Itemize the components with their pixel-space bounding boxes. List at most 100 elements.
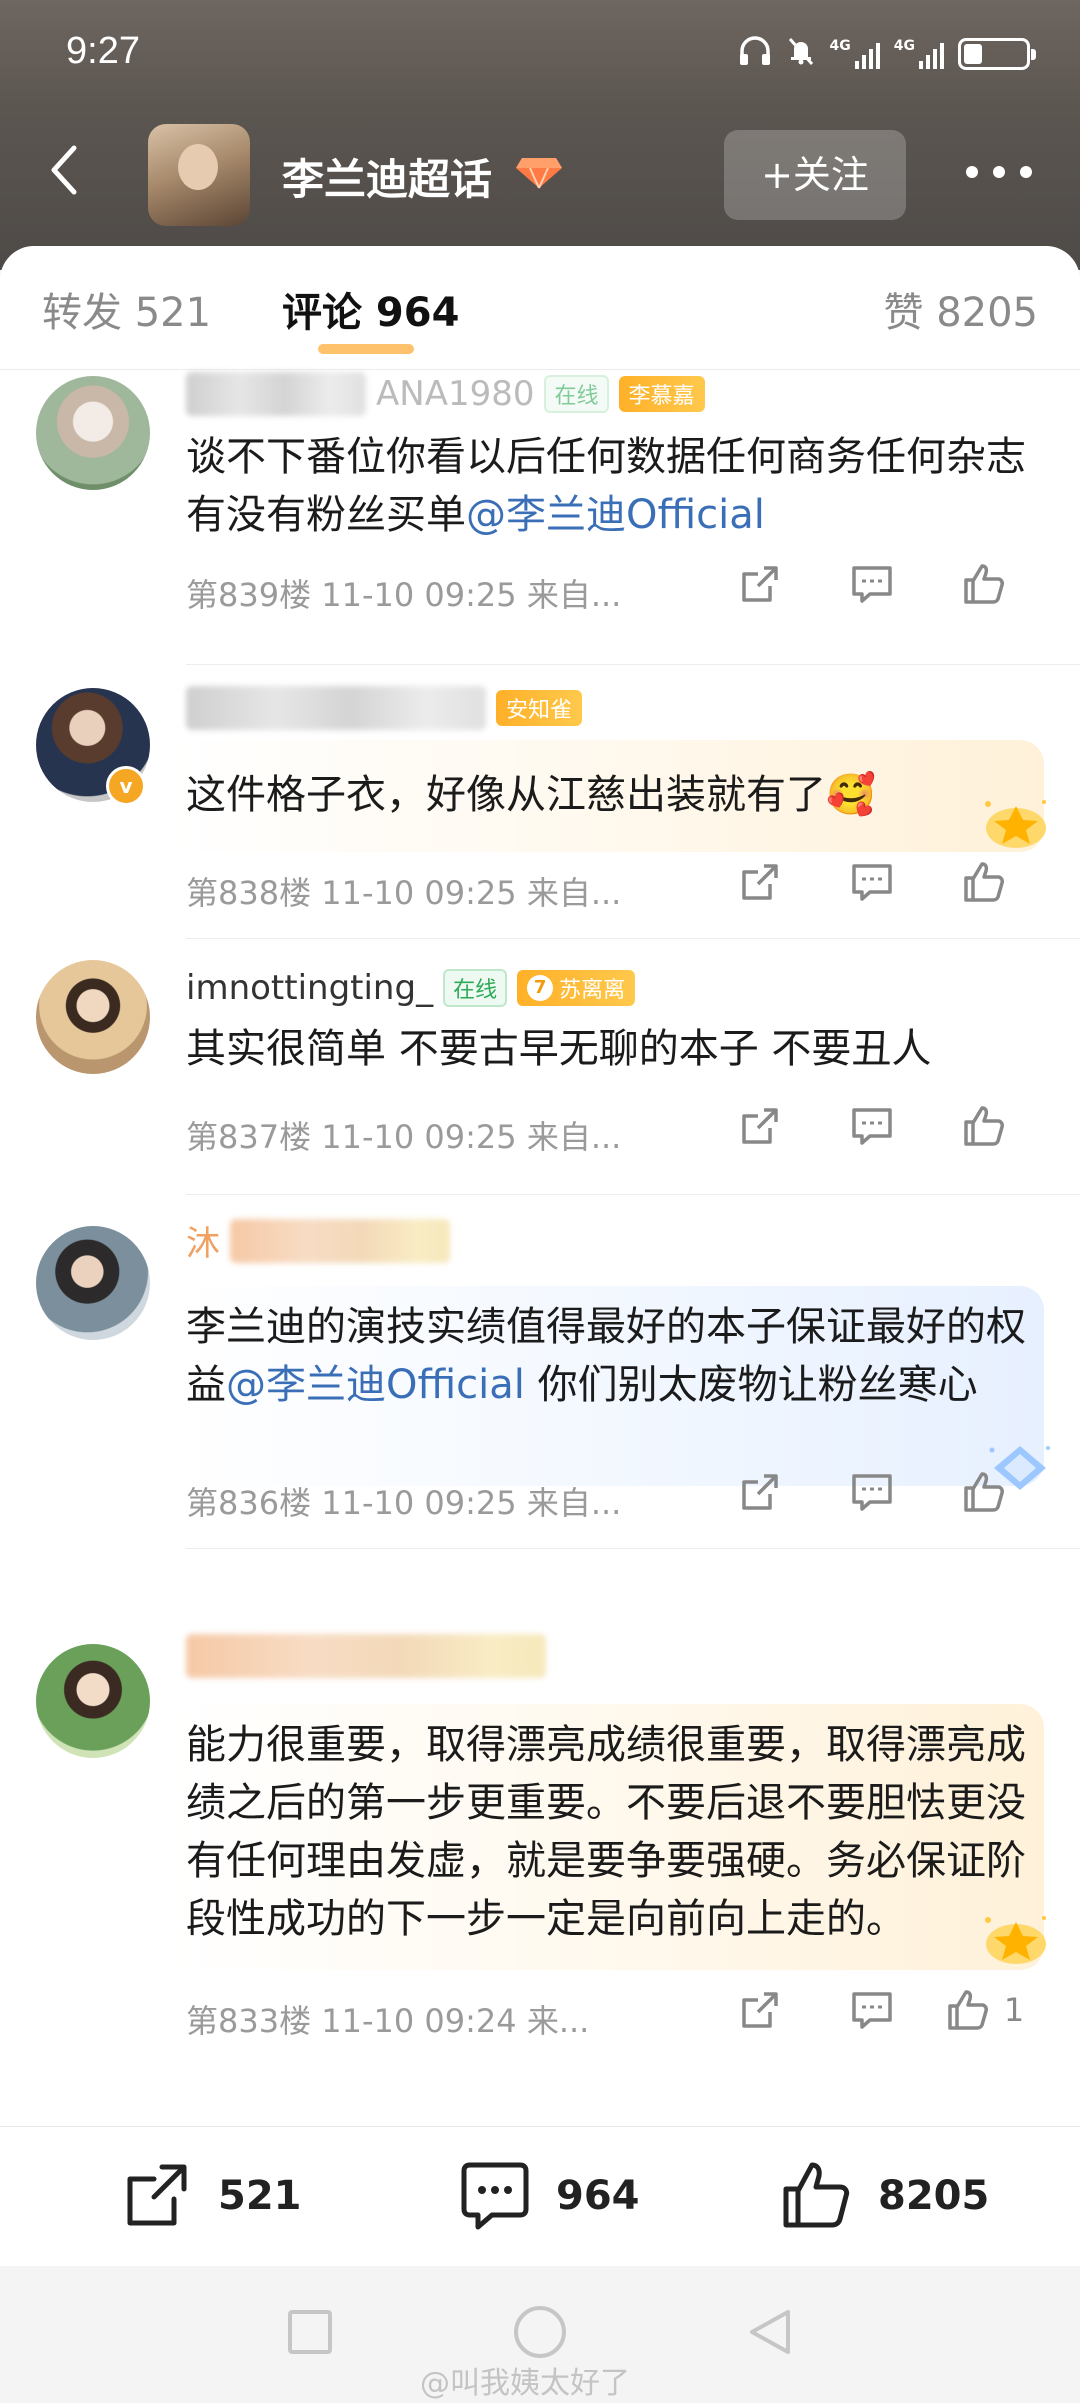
comments-sheet: 转发 521 评论 964 赞 8205 ANA1980 在线 李慕嘉 谈不下番… <box>0 246 1080 2126</box>
crown-deco-icon <box>985 800 1046 848</box>
tab-active-indicator <box>318 344 414 354</box>
network-label-2: 4G <box>893 38 915 54</box>
thumbs-up-icon <box>964 862 1004 902</box>
repost-button[interactable]: 521 <box>118 2157 302 2235</box>
comment-username[interactable]: ANA1980 在线 李慕嘉 <box>186 372 705 416</box>
like-button[interactable] <box>928 1102 1040 1150</box>
thumbs-up-icon <box>964 1106 1004 1146</box>
fan-badge[interactable]: 李慕嘉 <box>618 376 705 412</box>
thumbs-up-icon <box>783 2162 850 2228</box>
tab-like[interactable]: 赞 8205 <box>883 280 1038 338</box>
like-button[interactable] <box>928 858 1040 906</box>
more-options-button[interactable] <box>966 162 1032 182</box>
mute-bell-icon <box>786 36 816 72</box>
like-button[interactable]: 1 <box>928 1986 1040 2034</box>
floor-number: 第833楼 <box>186 2002 312 2040</box>
comment-text: 李兰迪的演技实绩值得最好的本子保证最好的权益@李兰迪Official 你们别太废… <box>186 1298 1040 1414</box>
comment-item: imnottingting_ 在线 7 苏离离 其实很简单 不要古早无聊的本子 不… <box>0 940 1080 1196</box>
comment-icon <box>852 1108 892 1145</box>
comment-time: 11-10 09:25 <box>321 576 517 614</box>
comment-source: 来自... <box>526 576 622 614</box>
comment-username[interactable] <box>186 1634 546 1678</box>
fan-badge[interactable]: 7 苏离离 <box>517 970 636 1006</box>
comment-actions <box>704 1102 1040 1150</box>
tab-bar: 转发 521 评论 964 赞 8205 <box>0 246 1080 370</box>
comment-username[interactable]: 安知雀 <box>186 686 583 730</box>
like-button[interactable] <box>928 1468 1040 1516</box>
topic-avatar[interactable] <box>148 124 250 226</box>
online-badge: 在线 <box>544 375 609 413</box>
mention-link[interactable]: @李兰迪Official <box>466 492 765 538</box>
comment-item: v 安知雀 这件格子衣，好像从江慈出装就有了🥰 第838楼 11-10 09:2… <box>0 670 1080 940</box>
tab-repost[interactable]: 转发 521 <box>42 280 211 338</box>
share-button[interactable] <box>704 1986 816 2034</box>
gem-badge-icon <box>516 158 562 189</box>
comment-time: 11-10 09:25 <box>321 1118 517 1156</box>
recent-apps-button[interactable] <box>288 2310 332 2354</box>
comment-button[interactable]: 964 <box>456 2157 640 2235</box>
comment-source: 来... <box>526 2002 590 2040</box>
share-icon <box>127 2164 187 2226</box>
share-button[interactable] <box>704 1102 816 1150</box>
username-visible: ANA1980 <box>376 374 535 414</box>
comment-username[interactable]: 沐 <box>186 1216 450 1265</box>
comment-actions <box>704 858 1040 906</box>
reply-button[interactable] <box>816 858 928 906</box>
comment-icon <box>852 1992 892 2029</box>
topic-title[interactable]: 李兰迪超话 <box>282 146 492 207</box>
reply-button[interactable] <box>816 1986 928 2034</box>
back-nav-button[interactable] <box>744 2306 796 2358</box>
fan-badge-label: 李慕嘉 <box>628 384 695 409</box>
chevron-left-icon <box>51 145 77 195</box>
battery-icon <box>958 38 1036 70</box>
comment-text: 能力很重要，取得漂亮成绩很重要，取得漂亮成绩之后的第一步更重要。不要后退不要胆怯… <box>186 1716 1040 1948</box>
comment-text: 其实很简单 不要古早无聊的本子 不要丑人 <box>186 1020 1040 1078</box>
comment-username[interactable]: imnottingting_ 在线 7 苏离离 <box>186 968 636 1008</box>
like-button[interactable] <box>928 560 1040 608</box>
reply-button[interactable] <box>816 560 928 608</box>
repost-count: 521 <box>218 2173 302 2219</box>
comment-meta: 第833楼 11-10 09:24 来... <box>186 1996 589 2042</box>
comment-body: 其实很简单 不要古早无聊的本子 不要丑人 <box>186 1026 932 1072</box>
headphones-icon <box>738 36 772 72</box>
floor-number: 第837楼 <box>186 1118 312 1156</box>
signal-icon-2: 4G <box>894 39 944 69</box>
like-button[interactable]: 8205 <box>778 2157 989 2235</box>
floor-number: 第836楼 <box>186 1484 312 1522</box>
comment-source: 来自... <box>526 1484 622 1522</box>
reply-button[interactable] <box>816 1102 928 1150</box>
home-button[interactable] <box>514 2306 566 2358</box>
share-button[interactable] <box>704 560 816 608</box>
avatar[interactable] <box>36 960 150 1074</box>
thumbs-up-icon <box>964 1472 1004 1512</box>
share-button[interactable] <box>704 1468 816 1516</box>
avatar[interactable] <box>36 376 150 490</box>
follow-button[interactable]: +关注 <box>724 130 906 220</box>
online-badge: 在线 <box>443 969 508 1007</box>
like-count: 1 <box>1003 1991 1025 2029</box>
reply-button[interactable] <box>816 1468 928 1516</box>
comment-icon <box>852 864 892 901</box>
comment-source: 来自... <box>526 874 622 912</box>
network-label-1: 4G <box>829 38 851 54</box>
comment-item: 能力很重要，取得漂亮成绩很重要，取得漂亮成绩之后的第一步更重要。不要后退不要胆怯… <box>0 1550 1080 2126</box>
comment-body-end: 你们别太废物让粉丝寒心 <box>524 1362 978 1408</box>
mention-link[interactable]: @李兰迪Official <box>226 1362 525 1408</box>
back-button[interactable] <box>36 140 96 200</box>
bottom-action-bar: 521 964 8205 <box>0 2126 1080 2266</box>
blurred-name <box>186 686 486 730</box>
status-time: 9:27 <box>66 30 140 72</box>
blurred-name <box>186 372 366 416</box>
comment-time: 11-10 09:24 <box>321 2002 517 2040</box>
avatar[interactable] <box>36 1644 150 1758</box>
comment-divider <box>186 1548 1080 1549</box>
share-button[interactable] <box>704 858 816 906</box>
comment-divider <box>186 938 1080 939</box>
fan-badge[interactable]: 安知雀 <box>496 690 583 726</box>
tab-comment[interactable]: 评论 964 <box>282 280 459 338</box>
comment-icon <box>852 1474 892 1511</box>
header-backdrop: 9:27 4G 4G 李兰迪超话 +关注 <box>0 0 1080 270</box>
floor-number: 第839楼 <box>186 576 312 614</box>
avatar[interactable] <box>36 1226 150 1340</box>
floor-number: 第838楼 <box>186 874 312 912</box>
